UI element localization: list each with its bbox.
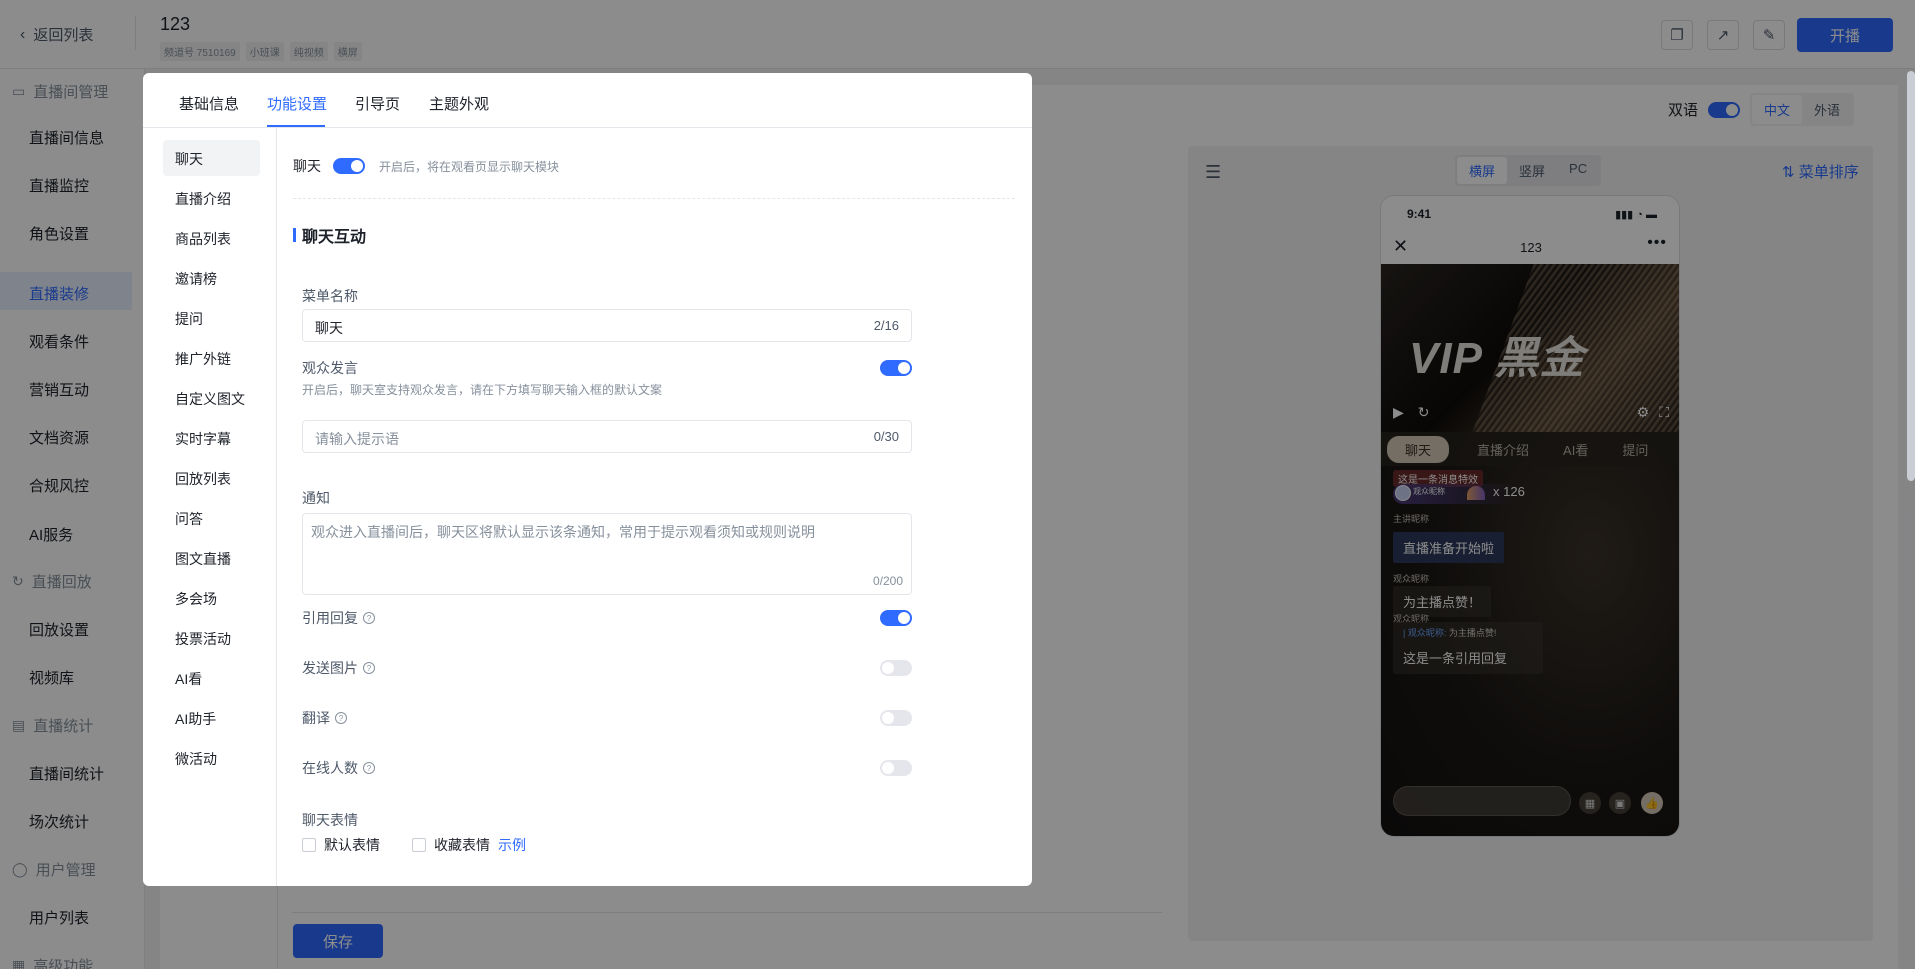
chat-toggle-label: 聊天 (293, 158, 321, 174)
menu-name-count: 2/16 (873, 318, 899, 333)
menu-name-label: 菜单名称 (302, 288, 358, 304)
favorite-emoji-checkbox[interactable] (412, 838, 426, 852)
chat-settings-content: 聊天 开启后，将在观看页显示聊天模块 聊天互动 菜单名称 聊天 2/16 观众发… (277, 128, 1032, 886)
translate-switch[interactable] (880, 710, 912, 726)
notice-textarea[interactable]: 观众进入直播间后，聊天区将默认显示该条通知，常用于提示观看须知或规则说明 0/2… (302, 513, 912, 595)
quote-reply-switch[interactable] (880, 610, 912, 626)
online-count-switch[interactable] (880, 760, 912, 776)
section-title: 聊天互动 (293, 223, 366, 247)
page-scrollbar[interactable] (1907, 71, 1915, 481)
audience-speech-desc: 开启后，聊天室支持观众发言，请在下方填写聊天输入框的默认文案 (302, 383, 663, 397)
example-link[interactable]: 示例 (498, 835, 526, 855)
modal-tabs: 基础信息 功能设置 引导页 主题外观 (143, 73, 1032, 128)
sidebar-item-qa[interactable]: 问答 (175, 509, 203, 529)
notice-count: 0/200 (872, 574, 903, 588)
audience-speech-label: 观众发言 (302, 360, 358, 376)
help-icon[interactable]: ? (335, 712, 347, 724)
tab-basic-info[interactable]: 基础信息 (179, 93, 239, 114)
sidebar-item-intro[interactable]: 直播介绍 (175, 189, 231, 209)
sidebar-item-chat[interactable]: 聊天 (175, 149, 203, 169)
menu-name-input[interactable]: 聊天 2/16 (302, 309, 912, 342)
section-divider (293, 198, 1015, 199)
translate-label: 翻译? (302, 708, 347, 728)
sidebar-item-text-live[interactable]: 图文直播 (175, 549, 231, 569)
sidebar-item-ai-assistant[interactable]: AI助手 (175, 709, 216, 729)
audience-speech-switch[interactable] (880, 360, 912, 376)
section-title-bar (293, 228, 296, 242)
notice-label: 通知 (302, 490, 330, 506)
send-image-switch[interactable] (880, 660, 912, 676)
settings-modal: 基础信息 功能设置 引导页 主题外观 聊天 直播介绍 商品列表 邀请榜 提问 推… (143, 73, 1032, 886)
sidebar-item-questions[interactable]: 提问 (175, 309, 203, 329)
quote-reply-label: 引用回复? (302, 608, 375, 628)
tab-active-indicator (267, 125, 325, 127)
chat-emoji-label: 聊天表情 (302, 812, 358, 828)
chat-toggle-row: 聊天 开启后，将在观看页显示聊天模块 (293, 156, 559, 176)
sidebar-item-promo-links[interactable]: 推广外链 (175, 349, 231, 369)
default-emoji-checkbox[interactable] (302, 838, 316, 852)
sidebar-item-voting[interactable]: 投票活动 (175, 629, 231, 649)
help-icon[interactable]: ? (363, 762, 375, 774)
prompt-input[interactable]: 请输入提示语 0/30 (302, 420, 912, 453)
menu-name-value: 聊天 (315, 320, 343, 336)
sidebar-item-micro-activity[interactable]: 微活动 (175, 749, 217, 769)
tab-guide-page[interactable]: 引导页 (355, 93, 400, 114)
favorite-emoji-label: 收藏表情 (434, 837, 490, 853)
online-count-label: 在线人数? (302, 758, 375, 778)
tab-function-settings[interactable]: 功能设置 (267, 93, 327, 114)
prompt-count: 0/30 (873, 429, 899, 444)
sidebar-item-invite-rank[interactable]: 邀请榜 (175, 269, 217, 289)
send-image-label: 发送图片? (302, 658, 375, 678)
tab-theme-appearance[interactable]: 主题外观 (429, 93, 489, 114)
sidebar-item-subtitles[interactable]: 实时字幕 (175, 429, 231, 449)
chat-toggle-switch[interactable] (333, 158, 365, 174)
chat-toggle-hint: 开启后，将在观看页显示聊天模块 (379, 159, 560, 174)
sidebar-item-custom-content[interactable]: 自定义图文 (175, 389, 245, 409)
default-emoji-label: 默认表情 (324, 837, 380, 853)
sidebar-item-products[interactable]: 商品列表 (175, 229, 231, 249)
sidebar-item-replay-list[interactable]: 回放列表 (175, 469, 231, 489)
help-icon[interactable]: ? (363, 662, 375, 674)
emoji-options: 默认表情 收藏表情 示例 (302, 835, 526, 855)
notice-placeholder: 观众进入直播间后，聊天区将默认显示该条通知，常用于提示观看须知或规则说明 (311, 524, 815, 540)
prompt-placeholder: 请输入提示语 (315, 431, 399, 447)
function-sidebar: 聊天 直播介绍 商品列表 邀请榜 提问 推广外链 自定义图文 实时字幕 回放列表… (143, 128, 277, 886)
help-icon[interactable]: ? (363, 612, 375, 624)
sidebar-item-multi-venue[interactable]: 多会场 (175, 589, 217, 609)
sidebar-item-ai-watch[interactable]: AI看 (175, 669, 202, 689)
